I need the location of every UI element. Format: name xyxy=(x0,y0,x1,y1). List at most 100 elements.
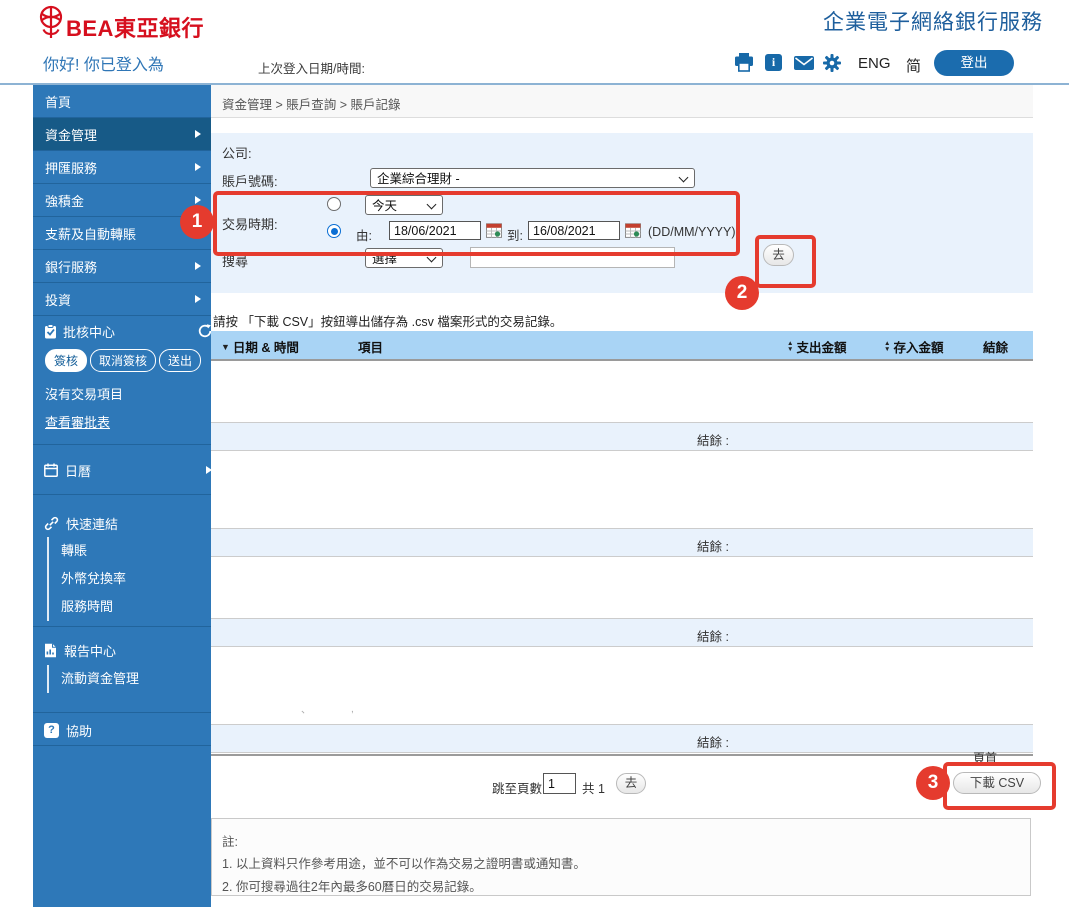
sidebar-item-label: 銀行服務 xyxy=(45,257,97,276)
approval-centre-header[interactable]: 批核中心 xyxy=(33,318,222,344)
report-centre-list: 流動資金管理 xyxy=(47,665,139,693)
balance-label: 結餘 : xyxy=(697,430,729,449)
sidebar-nav: 首頁 資金管理 押匯服務 強積金 支薪及自動轉賬 銀行服務 投資 xyxy=(33,85,211,907)
help-label: 協助 xyxy=(66,721,92,740)
greeting-bar: 你好! 你已登入為 上次登入日期/時間: i ENG 简 登出 xyxy=(0,48,1069,85)
sidebar-item-investment[interactable]: 投資 xyxy=(33,283,211,316)
annotation-step-3: 3 xyxy=(916,766,950,800)
sidebar-item-funds-management[interactable]: 資金管理 xyxy=(33,118,211,151)
note-line: 2. 你可搜尋過往2年內最多60曆日的交易記錄。 xyxy=(222,876,482,895)
quick-links-label: 快速連結 xyxy=(66,514,118,533)
sidebar-item-banking-services[interactable]: 銀行服務 xyxy=(33,250,211,283)
column-header-credit[interactable]: ▲▼ 存入金額 xyxy=(884,337,943,356)
column-header-debit[interactable]: ▲▼ 支出金額 xyxy=(787,337,846,356)
column-label: 項目 xyxy=(358,337,383,356)
sidebar-divider xyxy=(33,626,211,627)
sidebar-divider xyxy=(33,745,211,746)
annotation-step-1: 1 xyxy=(180,205,214,239)
sidebar-item-label: 押匯服務 xyxy=(45,158,97,177)
account-number-label: 賬戶號碼: xyxy=(222,171,278,190)
report-centre-label: 報告中心 xyxy=(64,641,116,660)
table-bottom-divider xyxy=(211,754,1033,756)
sign-button[interactable]: 簽核 xyxy=(45,349,87,372)
sidebar-item-help[interactable]: ? 協助 xyxy=(33,718,222,742)
note-line: 1. 以上資料只作參考用途，並不可以作為交易之證明書或通知書。 xyxy=(222,853,586,872)
quick-link-fx-rate[interactable]: 外幣兌換率 xyxy=(61,565,126,593)
balance-label: 結餘 : xyxy=(697,626,729,645)
page-title: 企業電子網絡銀行服務 xyxy=(823,6,1043,36)
calendar-icon xyxy=(44,463,58,477)
balance-row: 結餘 : xyxy=(211,618,1033,647)
chevron-right-icon xyxy=(195,130,201,138)
chevron-right-icon xyxy=(195,163,201,171)
annotation-box-period xyxy=(213,191,740,256)
logout-button[interactable]: 登出 xyxy=(934,50,1014,76)
refresh-icon[interactable] xyxy=(198,324,212,338)
quick-link-transfer[interactable]: 轉賬 xyxy=(61,537,126,565)
account-select[interactable]: 企業綜合理財 - xyxy=(370,168,695,188)
stray-mark: , xyxy=(351,704,354,715)
settings-gear-icon[interactable] xyxy=(822,53,842,73)
chevron-right-icon xyxy=(206,466,212,474)
bea-flower-logo-icon xyxy=(36,5,66,41)
cancel-sign-button[interactable]: 取消簽核 xyxy=(90,349,156,372)
mail-icon[interactable] xyxy=(794,56,814,76)
transactions-table-header: ▼ 日期 & 時間 項目 ▲▼ 支出金額 ▲▼ 存入金額 結餘 xyxy=(211,331,1033,361)
report-centre-header: 報告中心 xyxy=(33,639,222,661)
quick-links-header: 快速連結 xyxy=(33,513,222,533)
no-transaction-text: 沒有交易項目 xyxy=(33,384,223,403)
balance-row: 結餘 : xyxy=(211,422,1033,451)
notes-title: 註: xyxy=(222,831,238,850)
print-icon[interactable] xyxy=(734,53,754,73)
report-link-liquidity[interactable]: 流動資金管理 xyxy=(61,665,139,693)
chevron-right-icon xyxy=(195,295,201,303)
lang-english-link[interactable]: ENG xyxy=(858,55,891,72)
approval-centre-label: 批核中心 xyxy=(63,322,115,341)
chevron-right-icon xyxy=(195,262,201,270)
submit-button[interactable]: 送出 xyxy=(159,349,201,372)
sidebar-item-label: 首頁 xyxy=(45,92,71,111)
annotation-step-2: 2 xyxy=(725,276,759,310)
info-icon[interactable]: i xyxy=(765,54,782,71)
total-pages-label: 共 1 xyxy=(582,778,605,797)
sidebar-item-label: 支薪及自動轉賬 xyxy=(45,224,136,243)
sort-both-icon: ▲▼ xyxy=(787,341,793,352)
column-header-datetime[interactable]: ▼ 日期 & 時間 xyxy=(221,337,299,356)
quick-links-list: 轉賬 外幣兌換率 服務時間 xyxy=(47,537,126,621)
stray-mark: 、 xyxy=(301,701,311,716)
page-number-input[interactable] xyxy=(543,773,576,794)
sidebar-item-label: 強積金 xyxy=(45,191,84,210)
sidebar-item-home[interactable]: 首頁 xyxy=(33,85,211,118)
greeting-text: 你好! 你已登入為 xyxy=(43,51,164,75)
brand-name: BEA東亞銀行 xyxy=(66,11,204,43)
balance-label: 結餘 : xyxy=(697,732,729,751)
last-login-label: 上次登入日期/時間: xyxy=(258,58,365,77)
chevron-down-icon xyxy=(679,173,689,183)
sidebar-divider xyxy=(33,444,211,445)
page-go-button[interactable]: 去 xyxy=(616,773,646,794)
company-label: 公司: xyxy=(222,143,252,162)
sidebar-item-calendar[interactable]: 日曆 xyxy=(33,446,222,494)
quick-link-service-hours[interactable]: 服務時間 xyxy=(61,593,126,621)
sidebar-item-label: 資金管理 xyxy=(45,125,97,144)
sidebar-divider xyxy=(33,494,211,495)
column-header-balance: 結餘 xyxy=(983,337,1008,356)
sidebar-item-trade-services[interactable]: 押匯服務 xyxy=(33,151,211,184)
bea-ebanking-page: BEA東亞銀行 企業電子網絡銀行服務 你好! 你已登入為 上次登入日期/時間: … xyxy=(0,0,1069,915)
balance-row: 結餘 : xyxy=(211,724,1033,753)
annotation-box-download xyxy=(943,762,1056,810)
report-document-icon xyxy=(44,643,57,658)
column-header-item: 項目 xyxy=(358,337,383,356)
clipboard-icon xyxy=(44,324,57,339)
footnotes-box: 註: 1. 以上資料只作參考用途，並不可以作為交易之證明書或通知書。 2. 你可… xyxy=(211,818,1031,896)
view-approval-table-link[interactable]: 查看審批表 xyxy=(33,412,223,431)
column-label: 結餘 xyxy=(983,337,1008,356)
column-label: 日期 & 時間 xyxy=(233,337,299,356)
annotation-box-go xyxy=(755,235,816,288)
lang-simplified-link[interactable]: 简 xyxy=(906,55,921,76)
balance-row: 結餘 : xyxy=(211,528,1033,557)
csv-hint-text: 請按 「下載 CSV」按鈕導出儲存為 .csv 檔案形式的交易記錄。 xyxy=(213,311,562,330)
breadcrumb[interactable]: 資金管理 > 賬戶查詢 > 賬戶記錄 xyxy=(222,94,401,113)
column-label: 存入金額 xyxy=(893,337,943,356)
sidebar-item-label: 投資 xyxy=(45,290,71,309)
